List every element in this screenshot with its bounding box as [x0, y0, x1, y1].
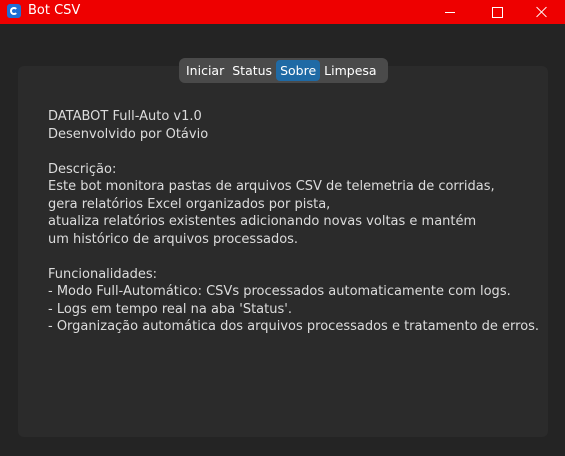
description-line: atualiza relatórios existentes adicionan… [48, 214, 477, 229]
description-line: Este bot monitora pastas de arquivos CSV… [48, 179, 495, 194]
description-heading: Descrição: [48, 161, 117, 177]
tab-sobre[interactable]: Sobre [276, 60, 321, 81]
tab-status[interactable]: Status [228, 60, 276, 81]
app-name-line: DATABOT Full-Auto v1.0 [48, 109, 202, 124]
close-icon [536, 6, 548, 18]
close-button[interactable] [519, 0, 565, 24]
tab-iniciar[interactable]: Iniciar [182, 60, 228, 81]
minimize-button[interactable] [427, 0, 473, 24]
features-heading: Funcionalidades: [48, 266, 158, 282]
minimize-icon [445, 11, 455, 13]
description-line: um histórico de arquivos processados. [48, 231, 299, 247]
feature-item: - Logs em tempo real na aba 'Status'. [48, 301, 292, 317]
window-title: Bot CSV [28, 3, 81, 18]
app-icon [7, 4, 21, 18]
title-bar: Bot CSV [0, 0, 565, 24]
feature-item: - Organização automática dos arquivos pr… [48, 319, 540, 334]
maximize-icon [491, 6, 503, 18]
description-line: gera relatórios Excel organizados por pi… [48, 196, 331, 212]
author-line: Desenvolvido por Otávio [48, 126, 209, 142]
tab-bar: Iniciar Status Sobre Limpesa [179, 58, 388, 83]
feature-item: - Modo Full-Automático: CSVs processados… [48, 284, 511, 299]
about-text: DATABOT Full-Auto v1.0 Desenvolvido por … [48, 108, 543, 336]
maximize-button[interactable] [474, 0, 520, 24]
tab-limpesa[interactable]: Limpesa [320, 60, 380, 81]
